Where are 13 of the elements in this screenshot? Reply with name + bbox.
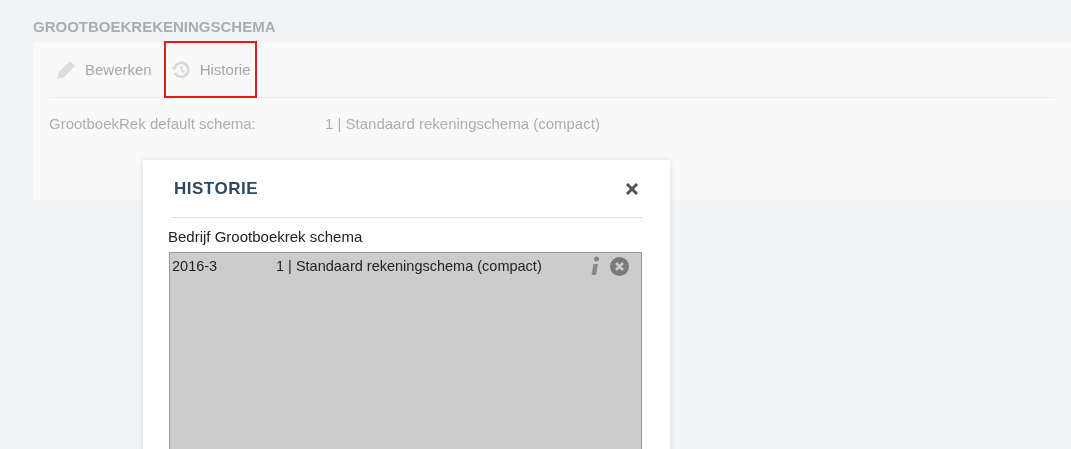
field-value: 1 | Standaard rekeningschema (compact) [325,115,600,132]
period-text: 2016-3 [172,258,219,274]
dialog-title: HISTORIE [174,178,258,199]
remove-icon[interactable] [610,256,629,276]
schema-text: 1 | Standaard rekeningschema (compact) [276,258,543,274]
field-label: GrootboekRek default schema: [49,115,257,132]
page-title: GROOTBOEKREKENINGSCHEMA [33,17,277,37]
close-icon[interactable] [625,181,639,196]
section-label: Bedrijf Grootboekrek schema [168,228,364,245]
pencil-icon [55,58,77,81]
edit-button[interactable]: Bewerken [49,41,158,98]
info-icon[interactable] [590,256,600,276]
history-button[interactable]: Historie [163,41,257,98]
